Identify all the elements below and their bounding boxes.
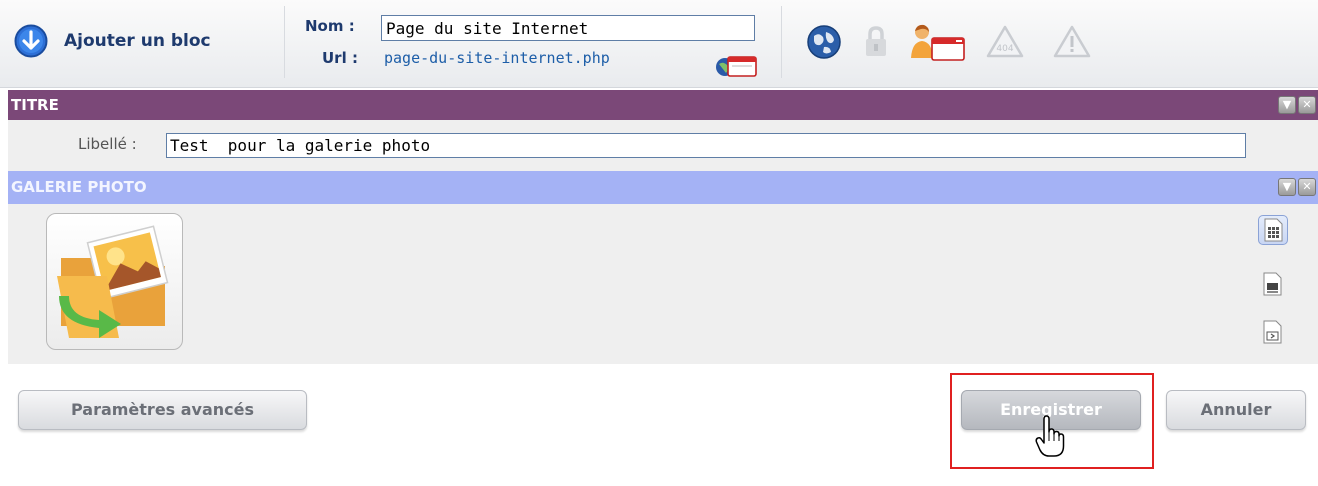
galerie-section-title: GALERIE PHOTO (11, 178, 147, 196)
titre-section-body: Libellé : (8, 120, 1318, 171)
strip-layout-icon (1263, 272, 1282, 296)
libelle-input[interactable] (166, 133, 1246, 158)
close-icon: ✕ (1302, 98, 1312, 111)
collapse-galerie-button[interactable]: ▼ (1278, 178, 1296, 196)
add-block-button[interactable]: Ajouter un bloc (14, 24, 211, 58)
titre-section-title: TITRE (11, 96, 59, 114)
gallery-folder-button[interactable] (46, 213, 183, 350)
galerie-section-header: GALERIE PHOTO ▼ ✕ (8, 171, 1318, 204)
remove-titre-button[interactable]: ✕ (1298, 96, 1316, 114)
advanced-settings-button[interactable]: Paramètres avancés (18, 390, 307, 430)
arrow-down-circle-icon (14, 24, 48, 58)
remove-galerie-button[interactable]: ✕ (1298, 178, 1316, 196)
strip-layout-button[interactable] (1258, 270, 1288, 300)
toolbar-divider (284, 6, 285, 78)
slideshow-layout-icon (1263, 320, 1282, 344)
galerie-section-body (8, 204, 1318, 364)
globe-icon[interactable] (806, 24, 842, 60)
collapse-titre-button[interactable]: ▼ (1278, 96, 1296, 114)
url-edit-icon[interactable] (714, 52, 758, 78)
lock-icon[interactable] (862, 24, 890, 60)
titre-section-header: TITRE ▼ ✕ (8, 90, 1318, 120)
name-label: Nom : (305, 17, 355, 35)
toolbar-divider (781, 6, 782, 78)
page-name-input[interactable] (381, 15, 755, 41)
warning-icon[interactable] (1052, 24, 1092, 60)
photo-folder-icon (57, 225, 169, 338)
grid-layout-button[interactable] (1258, 215, 1288, 245)
chevron-down-icon: ▼ (1282, 180, 1292, 193)
page-url-text: page-du-site-internet.php (384, 49, 610, 67)
hand-cursor-icon (1035, 415, 1065, 457)
cancel-button[interactable]: Annuler (1166, 390, 1306, 430)
slideshow-layout-button[interactable] (1258, 318, 1288, 348)
error-404-icon[interactable]: 404 (985, 24, 1025, 60)
libelle-label: Libellé : (78, 135, 137, 153)
top-toolbar: Ajouter un bloc Nom : Url : page-du-site… (0, 0, 1318, 88)
url-label: Url : (322, 49, 358, 67)
add-block-label: Ajouter un bloc (64, 31, 211, 51)
chevron-down-icon: ▼ (1282, 98, 1292, 111)
svg-text:404: 404 (996, 44, 1013, 54)
close-icon: ✕ (1302, 180, 1312, 193)
grid-layout-icon (1264, 218, 1283, 242)
user-window-icon[interactable] (908, 22, 968, 64)
